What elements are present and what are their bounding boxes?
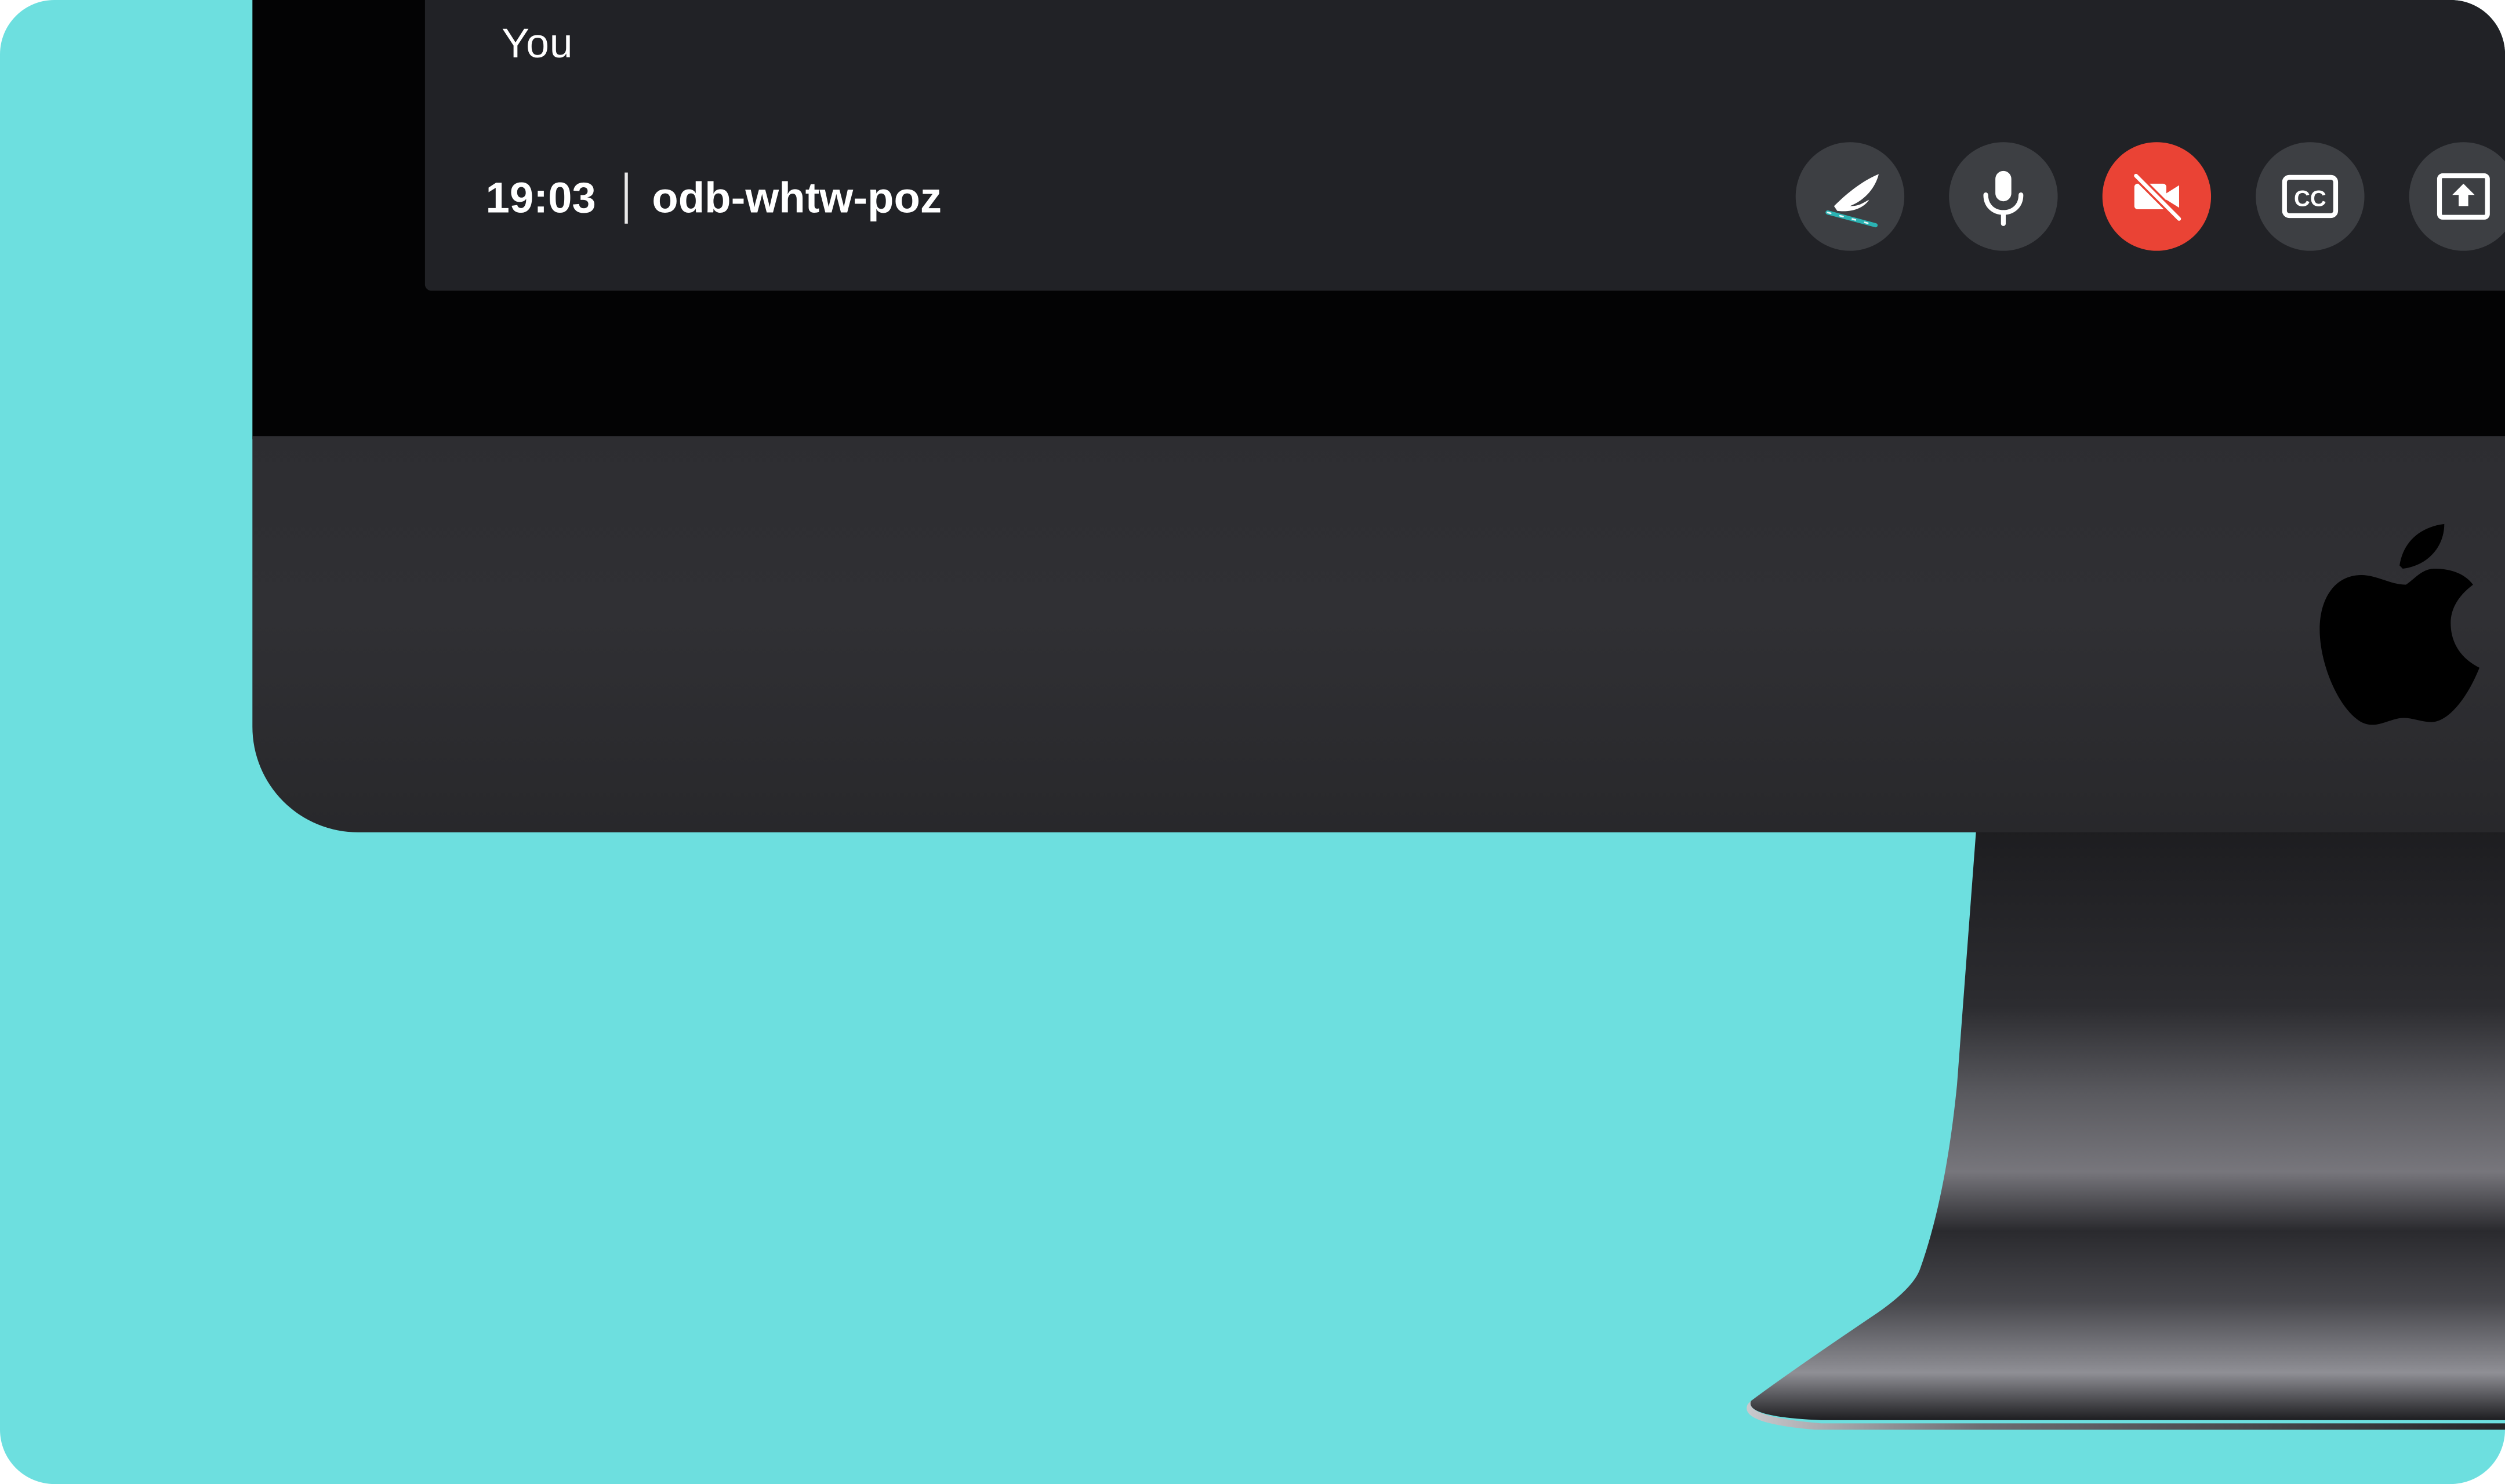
- closed-captions-icon: CC: [2282, 174, 2339, 219]
- self-view-label: You: [502, 19, 573, 67]
- feather-pen-icon: [1825, 174, 1879, 228]
- meeting-info-divider: [625, 172, 628, 224]
- microphone-icon: [1983, 170, 2024, 226]
- meeting-details: 19:03 odb-whtw-poz: [486, 166, 942, 230]
- svg-text:CC: CC: [2294, 186, 2326, 211]
- teal-background: You 19:03 odb-whtw-poz CC: [0, 0, 2505, 1484]
- microphone-button[interactable]: [1949, 142, 2058, 251]
- meeting-control-bar: You 19:03 odb-whtw-poz CC: [424, 0, 2505, 291]
- apple-logo-icon: [2319, 523, 2479, 725]
- captions-button[interactable]: CC: [2256, 142, 2365, 251]
- monitor-stand: [1747, 829, 2505, 1430]
- pen-drawing-button[interactable]: [1795, 142, 1905, 251]
- mockup-stage: You 19:03 odb-whtw-poz CC: [0, 0, 2505, 1484]
- monitor-chin: [252, 436, 2505, 832]
- camera-off-icon: [2132, 172, 2183, 223]
- camera-button[interactable]: [2102, 142, 2212, 251]
- present-screen-button[interactable]: [2409, 142, 2505, 251]
- present-icon: [2437, 173, 2490, 220]
- meeting-code[interactable]: odb-whtw-poz: [652, 173, 942, 223]
- meeting-clock: 19:03: [485, 173, 596, 221]
